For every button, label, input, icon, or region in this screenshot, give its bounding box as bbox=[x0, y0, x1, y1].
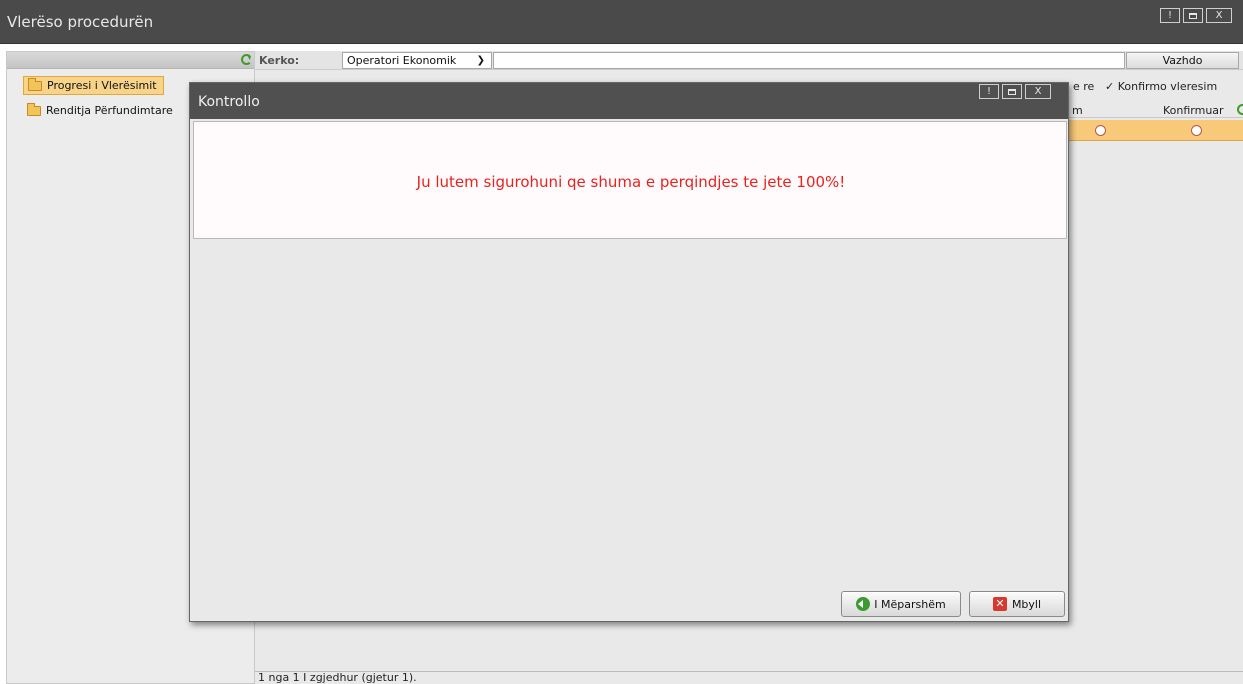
sidebar-item-progresi[interactable]: Progresi i Vlerësimit bbox=[23, 76, 164, 95]
folder-icon bbox=[27, 102, 41, 116]
sidebar-item-renditja[interactable]: Renditja Përfundimtare bbox=[23, 101, 179, 120]
window-title-bar: Vlerëso procedurën ! X bbox=[0, 0, 1243, 44]
dialog-controls: ! X bbox=[976, 84, 1051, 99]
close-button-label: Mbyll bbox=[1011, 597, 1042, 611]
back-arrow-icon bbox=[856, 597, 871, 611]
sidebar-item-label: Renditja Përfundimtare bbox=[46, 104, 173, 117]
refresh-icon[interactable] bbox=[1237, 104, 1243, 115]
search-bar: Kerko: Operatori Ekonomik ❯ Vazhdo bbox=[255, 51, 1243, 70]
maximize-button[interactable] bbox=[1002, 84, 1022, 99]
refresh-icon[interactable] bbox=[241, 54, 252, 65]
error-message: Ju lutem sigurohuni qe shuma e perqindje… bbox=[416, 173, 846, 191]
message-panel: Ju lutem sigurohuni qe shuma e perqindje… bbox=[193, 121, 1067, 239]
dialog-title-bar: Kontrollo ! X bbox=[190, 83, 1068, 119]
folder-icon bbox=[28, 77, 42, 91]
maximize-icon bbox=[1008, 88, 1016, 95]
sidebar-header bbox=[7, 52, 254, 69]
kontrollo-dialog: Kontrollo ! X Ju lutem sigurohuni qe shu… bbox=[189, 82, 1069, 622]
close-button[interactable]: ✕ Mbyll bbox=[969, 591, 1065, 617]
close-icon: ✕ bbox=[992, 597, 1007, 611]
toolbar-new-label[interactable]: e re bbox=[1073, 80, 1094, 93]
search-input[interactable] bbox=[493, 52, 1125, 69]
search-field-select[interactable]: Operatori Ekonomik ❯ bbox=[342, 52, 492, 69]
column-header-konfirmuar[interactable]: Konfirmuar bbox=[1163, 104, 1224, 117]
scrollbar[interactable] bbox=[1234, 120, 1243, 668]
search-label: Kerko: bbox=[259, 54, 300, 67]
maximize-icon bbox=[1189, 12, 1197, 19]
radio-button[interactable] bbox=[1095, 125, 1106, 136]
select-value: Operatori Ekonomik bbox=[347, 54, 457, 67]
maximize-button[interactable] bbox=[1183, 8, 1203, 23]
close-window-button[interactable]: X bbox=[1206, 8, 1232, 23]
info-button[interactable]: ! bbox=[1160, 8, 1180, 23]
status-bar: 1 nga 1 I zgjedhur (gjetur 1). bbox=[255, 671, 1243, 684]
previous-button[interactable]: I Mëparshëm bbox=[841, 591, 961, 617]
confirm-assessment-button[interactable]: ✓ Konfirmo vleresim bbox=[1105, 80, 1217, 93]
previous-button-label: I Mëparshëm bbox=[874, 597, 946, 611]
dialog-title: Kontrollo bbox=[198, 94, 260, 110]
window-title: Vlerëso procedurën bbox=[7, 13, 154, 31]
vazhdo-button[interactable]: Vazhdo bbox=[1126, 52, 1239, 69]
radio-button[interactable] bbox=[1191, 125, 1202, 136]
sidebar-item-label: Progresi i Vlerësimit bbox=[47, 79, 157, 92]
window-controls: ! X bbox=[1157, 8, 1232, 23]
column-header[interactable]: m bbox=[1072, 104, 1083, 117]
close-dialog-button[interactable]: X bbox=[1025, 84, 1051, 99]
chevron-down-icon: ❯ bbox=[476, 55, 485, 66]
info-button[interactable]: ! bbox=[979, 84, 999, 99]
